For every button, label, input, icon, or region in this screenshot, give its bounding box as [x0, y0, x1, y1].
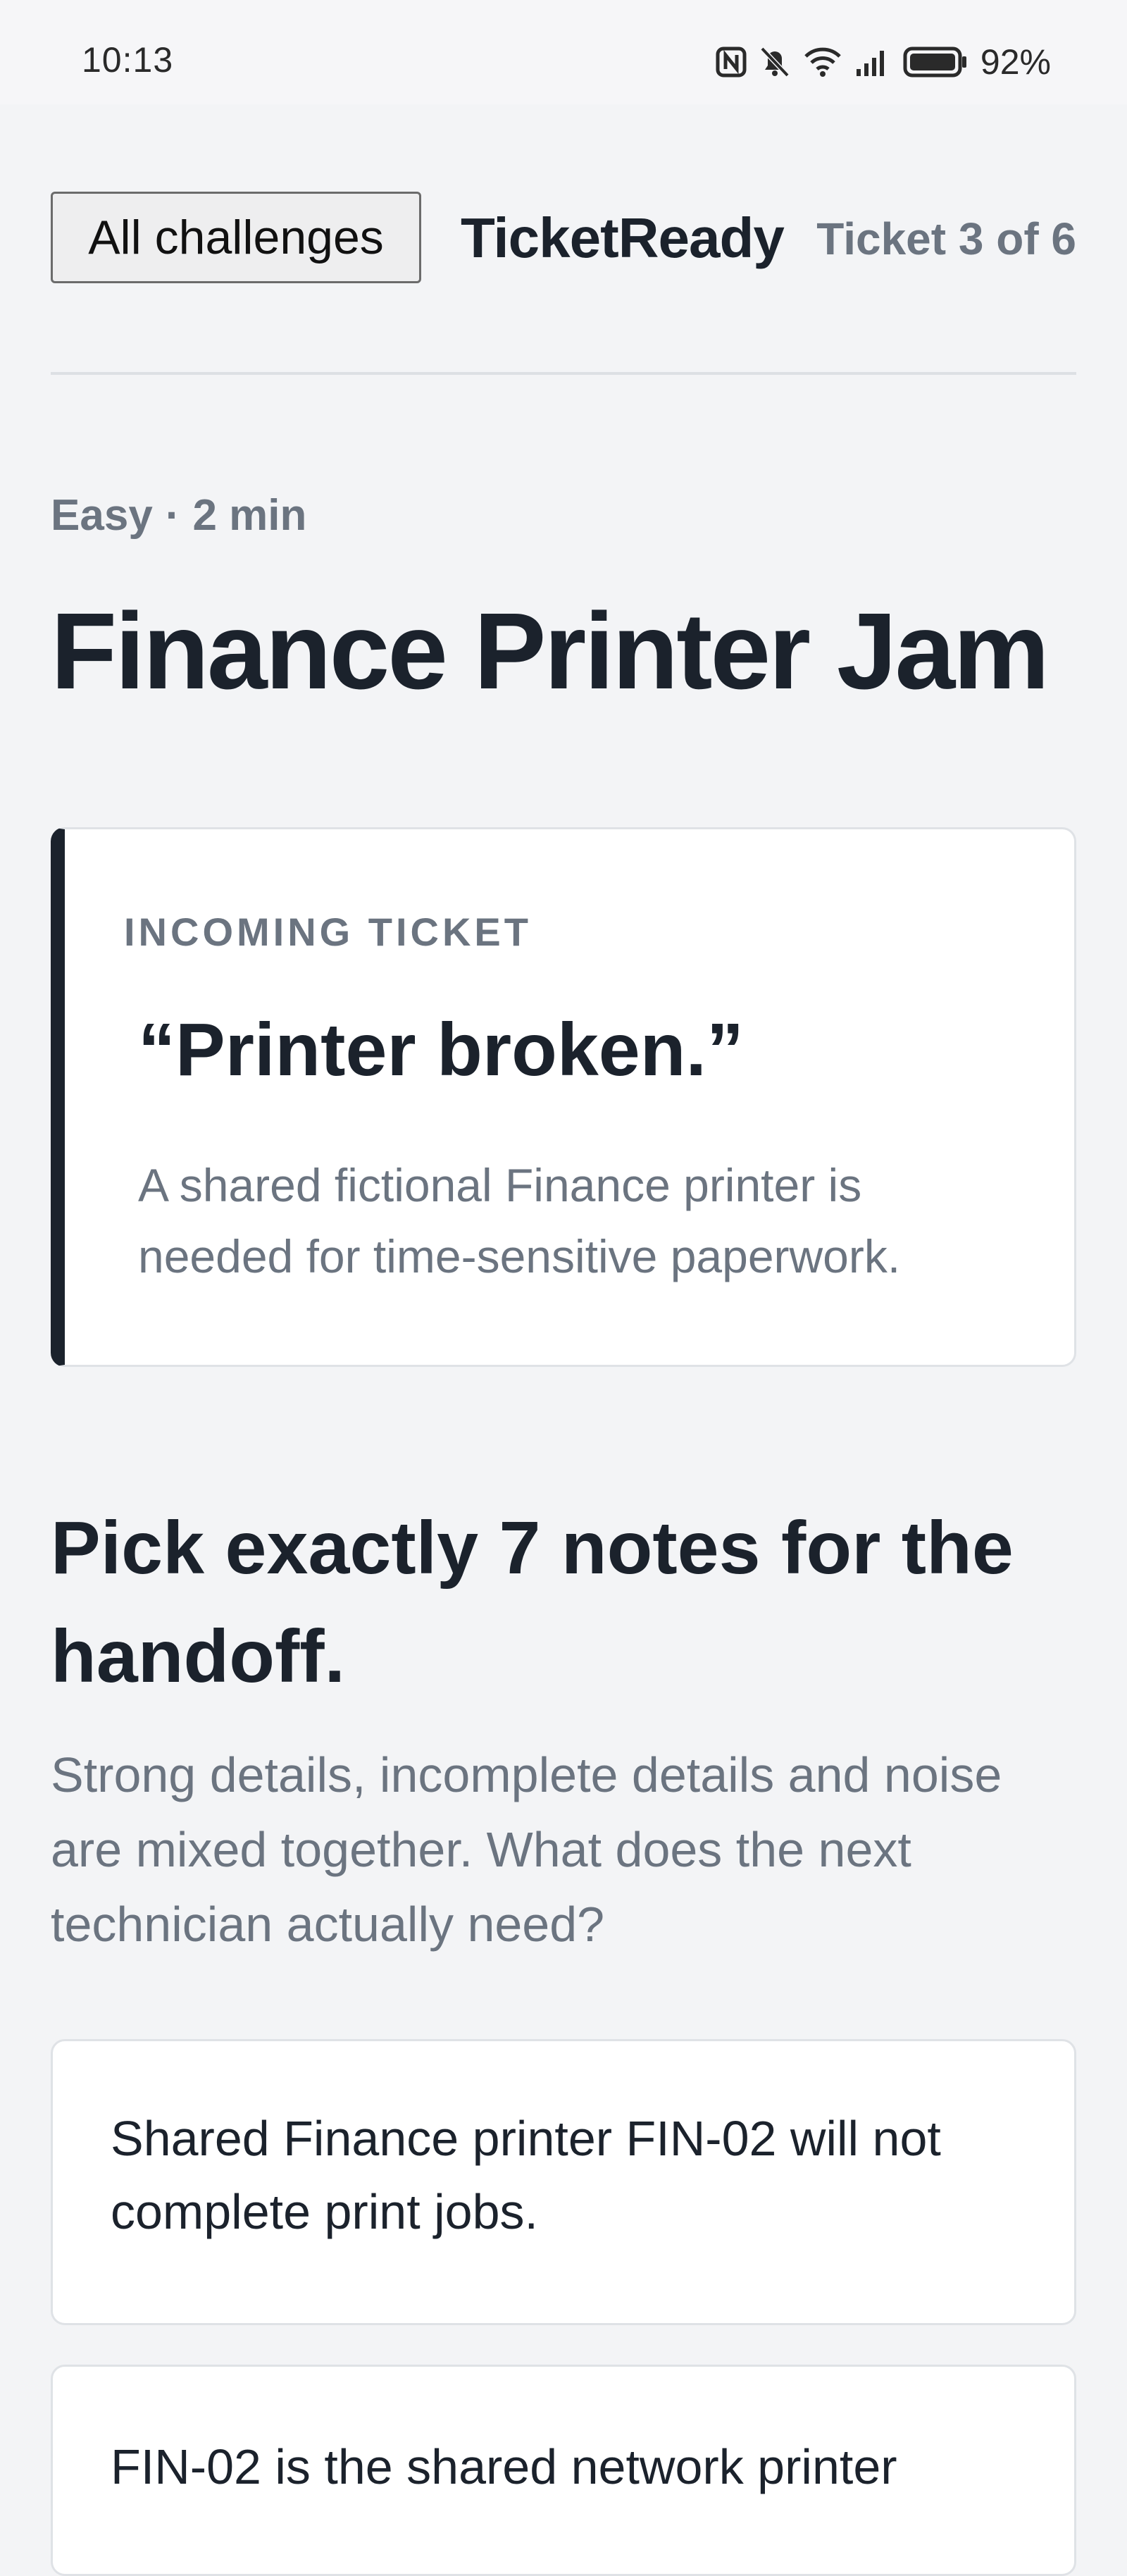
- ticket-description: A shared fictional Finance printer is ne…: [138, 1159, 901, 1282]
- status-bar: 10:13 92%: [0, 0, 1127, 104]
- note-option-text: FIN-02 is the shared network printer: [111, 2439, 897, 2494]
- ticket-quote: “Printer broken.”: [138, 1008, 744, 1091]
- wifi-icon: [804, 47, 841, 77]
- signal-icon: [856, 51, 884, 76]
- note-option[interactable]: FIN-02 is the shared network printer: [51, 2365, 1076, 2576]
- status-icons: 92%: [716, 41, 1051, 83]
- page-title: Finance Printer Jam: [51, 590, 1050, 712]
- all-challenges-button[interactable]: All challenges: [51, 192, 421, 283]
- battery-icon: [903, 47, 966, 78]
- header-divider: [51, 372, 1076, 375]
- challenge-meta: Easy · 2 min: [51, 490, 306, 540]
- brand-name: TicketReady: [461, 206, 785, 269]
- status-time: 10:13: [82, 40, 174, 80]
- duration-label: 2 min: [192, 491, 307, 540]
- note-option[interactable]: Shared Finance printer FIN-02 will not c…: [51, 2039, 1076, 2325]
- instructions-heading: Pick exactly 7 notes for the handoff.: [51, 1506, 1014, 1698]
- difficulty-label: Easy: [51, 491, 153, 540]
- nfc-icon: [716, 47, 747, 78]
- bell-off-icon: [760, 47, 790, 78]
- instructions-description: Strong details, incomplete details and n…: [51, 1747, 1002, 1952]
- ticket-label: INCOMING TICKET: [124, 910, 532, 954]
- note-option-text: Shared Finance printer FIN-02 will not c…: [111, 2111, 941, 2239]
- meta-separator: ·: [165, 491, 180, 540]
- header: All challenges TicketReady Ticket 3 of 6: [51, 192, 1076, 285]
- battery-percentage: 92%: [980, 42, 1051, 82]
- ticket-counter: Ticket 3 of 6: [816, 213, 1076, 264]
